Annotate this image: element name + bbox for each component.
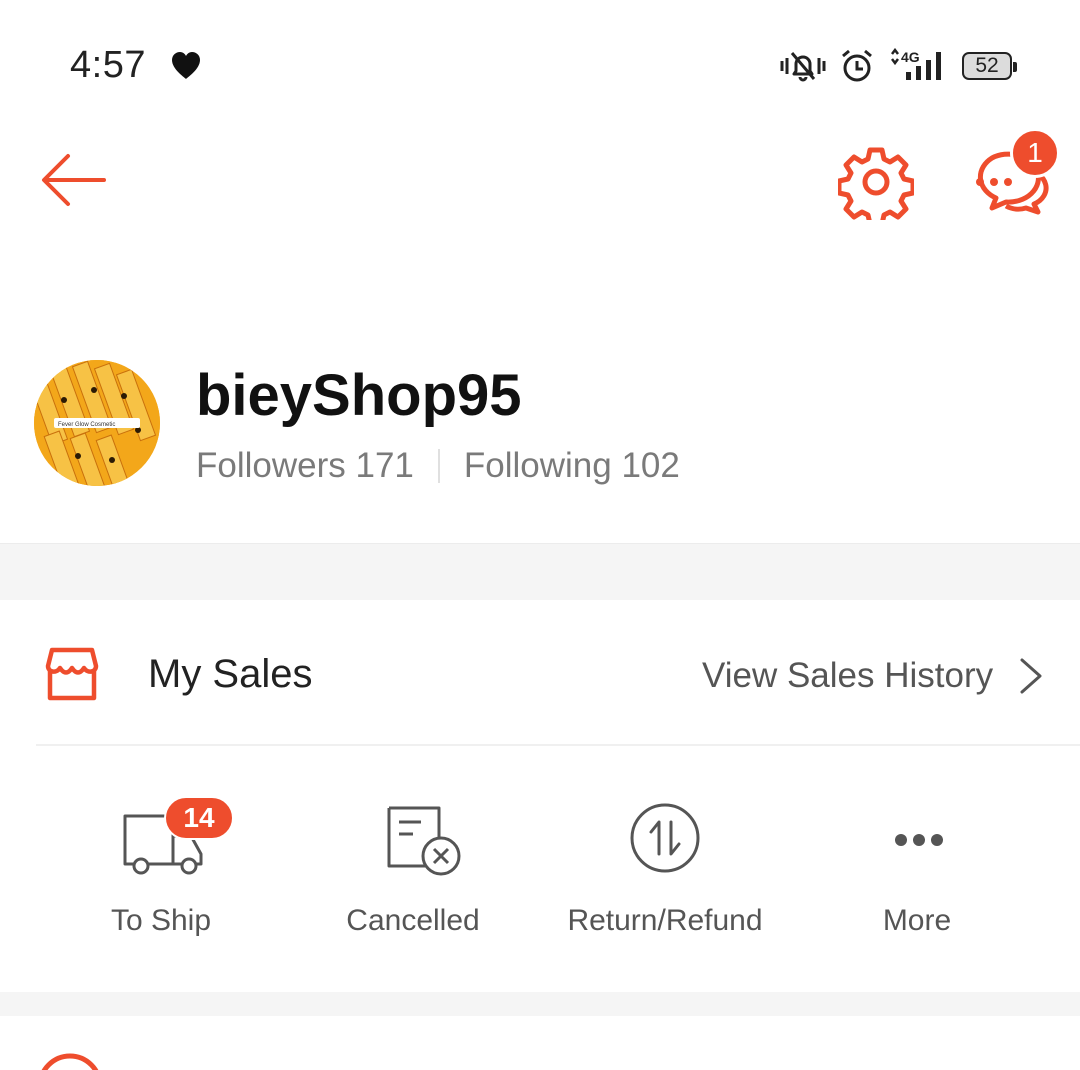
following-link[interactable]: Following 102 bbox=[464, 446, 680, 486]
chevron-right-icon[interactable] bbox=[1016, 656, 1046, 696]
more-button[interactable]: More bbox=[792, 786, 1042, 956]
my-sales-header: My Sales View Sales History bbox=[0, 600, 1080, 746]
cancelled-doc-icon bbox=[387, 806, 461, 876]
more-label: More bbox=[882, 904, 952, 937]
chat-unread-badge: 1 bbox=[1010, 128, 1060, 178]
profile-section: Fever Glow Cosmetic bieyShop95 Followers… bbox=[0, 340, 1080, 540]
view-sales-history-link[interactable]: View Sales History bbox=[702, 656, 993, 696]
circle-outline-icon bbox=[41, 1053, 99, 1070]
section-separator-bottom bbox=[0, 992, 1080, 1016]
return-refund-button[interactable]: Return/Refund bbox=[540, 786, 790, 956]
more-dots-icon bbox=[895, 834, 943, 846]
return-refund-icon bbox=[630, 803, 700, 873]
section-separator bbox=[0, 543, 1080, 600]
follow-stats: Followers 171 Following 102 bbox=[196, 446, 680, 486]
cancelled-button[interactable]: Cancelled bbox=[288, 786, 538, 956]
status-time: 4:57 bbox=[70, 44, 146, 86]
my-sales-title: My Sales bbox=[148, 652, 313, 696]
heart-icon bbox=[172, 52, 200, 79]
settings-button[interactable] bbox=[838, 144, 914, 220]
avatar[interactable]: Fever Glow Cosmetic bbox=[34, 360, 160, 486]
back-button[interactable] bbox=[38, 148, 110, 212]
store-icon bbox=[45, 647, 99, 701]
vibrate-mute-icon bbox=[780, 52, 826, 82]
network-signal-icon: 4G bbox=[891, 48, 941, 80]
following-count: 102 bbox=[621, 446, 680, 485]
svg-text:Fever Glow Cosmetic: Fever Glow Cosmetic bbox=[58, 422, 115, 428]
status-icons: 4G 52 bbox=[780, 44, 1017, 88]
battery-indicator: 52 bbox=[962, 52, 1017, 80]
shop-name: bieyShop95 bbox=[196, 363, 522, 428]
avatar-image: Fever Glow Cosmetic bbox=[34, 360, 160, 486]
follow-divider bbox=[437, 449, 440, 483]
alarm-icon bbox=[842, 49, 872, 82]
to-ship-button[interactable]: To Ship bbox=[36, 786, 286, 956]
following-label: Following bbox=[463, 446, 622, 485]
gear-icon bbox=[838, 147, 914, 220]
to-ship-label: To Ship bbox=[110, 904, 212, 937]
return-refund-label: Return/Refund bbox=[567, 904, 763, 937]
sales-divider bbox=[36, 744, 1080, 746]
followers-label: Followers bbox=[196, 446, 356, 485]
arrow-left-icon bbox=[42, 154, 106, 206]
followers-link[interactable]: Followers 171 bbox=[196, 446, 414, 486]
battery-level: 52 bbox=[975, 54, 999, 77]
top-bar bbox=[0, 130, 1080, 230]
to-ship-count-badge: 14 bbox=[164, 796, 234, 840]
followers-count: 171 bbox=[355, 446, 414, 485]
status-bar: 4:57 4G 52 bbox=[0, 0, 1080, 130]
svg-text:4G: 4G bbox=[901, 49, 920, 65]
cancelled-label: Cancelled bbox=[346, 904, 480, 937]
